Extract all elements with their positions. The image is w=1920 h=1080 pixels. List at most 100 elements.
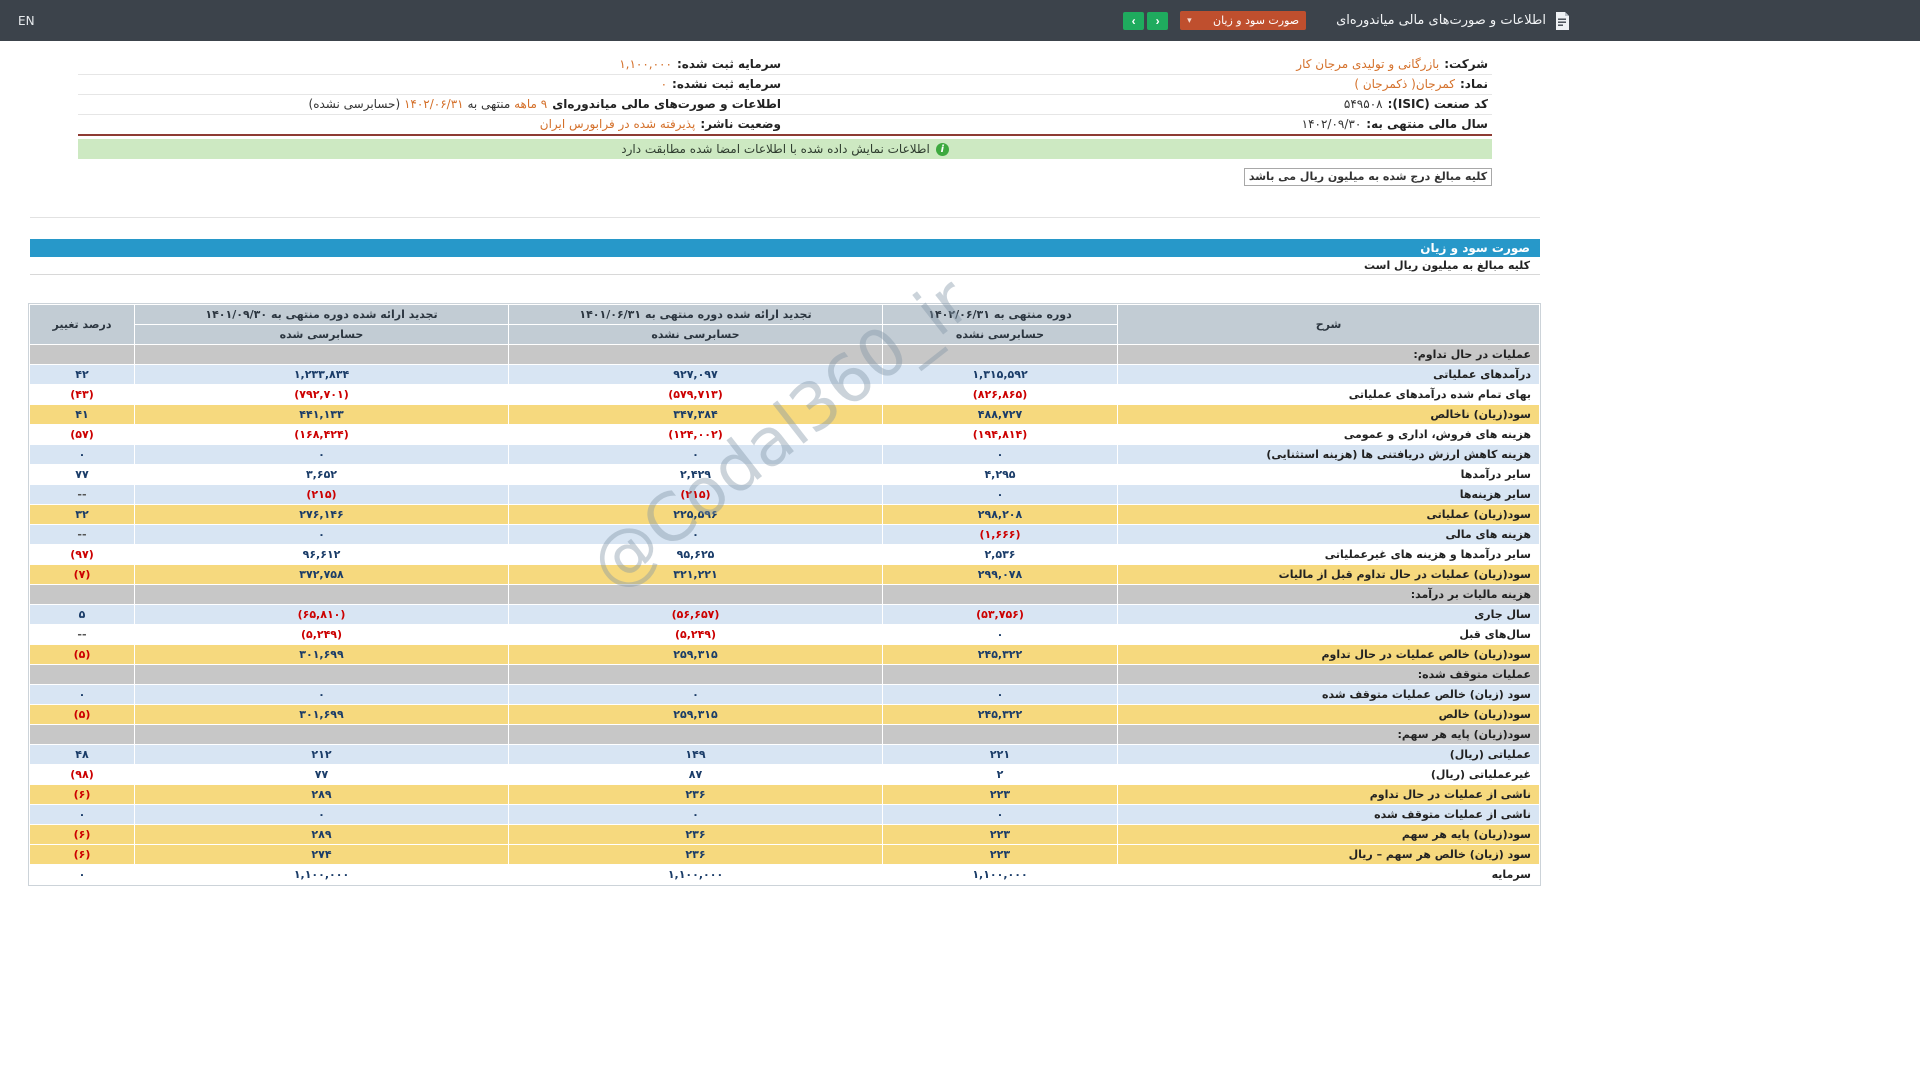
value-cell: ۰	[30, 445, 135, 465]
value-cell: ۲۷۶,۱۴۶	[135, 505, 509, 525]
value-cell: ۳۰۱,۶۹۹	[135, 645, 509, 665]
row-label: سرمایه	[1118, 865, 1540, 885]
value-cell: ۰	[509, 805, 883, 825]
company-info-table: شرکت: بازرگانی و تولیدی مرجان کار سرمایه …	[78, 55, 1492, 134]
info-value: بازرگانی و تولیدی مرجان کار	[1296, 57, 1439, 71]
statement-select[interactable]: صورت سود و زیان ▾	[1180, 11, 1306, 30]
statement-section: صورت سود و زیان کلیه مبالغ به میلیون ریا…	[30, 239, 1540, 885]
value-cell: ۲۳۶	[509, 785, 883, 805]
column-subheader: حسابرسی شده	[135, 325, 509, 345]
column-header: درصد تغییر	[30, 305, 135, 345]
value-cell: ۲۹۸,۲۰۸	[883, 505, 1118, 525]
value-cell: (۱۶۸,۴۲۴)	[135, 425, 509, 445]
value-cell: ۰	[883, 445, 1118, 465]
value-cell: (۷)	[30, 565, 135, 585]
page-title: اطلاعات و صورت‌های مالی میاندوره‌ای	[1336, 13, 1546, 28]
value-cell: ۴۸۸,۷۲۷	[883, 405, 1118, 425]
value-cell: ۰	[883, 805, 1118, 825]
row-label: سود(زیان) خالص عملیات در حال تداوم	[1118, 645, 1540, 665]
section-divider	[30, 217, 1540, 218]
prev-statement-button[interactable]: ‹	[1147, 12, 1168, 30]
page-content: شرکت: بازرگانی و تولیدی مرجان کار سرمایه …	[30, 55, 1540, 885]
info-cell: نماد:کمرجان( ذکمرجان )	[785, 75, 1492, 95]
value-cell: ۲,۴۲۹	[509, 465, 883, 485]
table-body: عملیات در حال تداوم:درآمدهای عملیاتی۱,۳۱…	[30, 345, 1540, 885]
value-cell: ۰	[135, 805, 509, 825]
language-toggle[interactable]: EN	[18, 14, 35, 28]
info-cell: سرمایه ثبت نشده: ۰	[78, 75, 785, 95]
row-label: سایر هزینه‌ها	[1118, 485, 1540, 505]
value-cell: ۴۱	[30, 405, 135, 425]
row-label: سال‌های قبل	[1118, 625, 1540, 645]
value-cell: (۵)	[30, 645, 135, 665]
column-header: دوره منتهی به ۱۴۰۲/۰۶/۳۱	[883, 305, 1118, 325]
value-cell: ۰	[135, 685, 509, 705]
value-cell: ۲۳۶	[509, 845, 883, 865]
value-cell	[509, 725, 883, 745]
info-value: ۱۴۰۲/۰۹/۳۰	[1302, 117, 1362, 131]
section-row: عملیات متوقف شده:	[30, 665, 1540, 685]
value-cell: ۵	[30, 605, 135, 625]
value-cell: (۵۷)	[30, 425, 135, 445]
value-cell: ۲	[883, 765, 1118, 785]
value-cell: ۴۸	[30, 745, 135, 765]
data-row: سود(زیان) ناخالص۴۸۸,۷۲۷۳۴۷,۳۸۴۴۴۱,۱۳۳۴۱	[30, 405, 1540, 425]
row-label: سال جاری	[1118, 605, 1540, 625]
value-cell	[135, 725, 509, 745]
info-row: سال مالی منتهی به:۱۴۰۲/۰۹/۳۰ وضعیت ناشر:…	[78, 115, 1492, 135]
value-cell: ۲۸۹	[135, 785, 509, 805]
section-row: عملیات در حال تداوم:	[30, 345, 1540, 365]
income-statement-table: شرحدوره منتهی به ۱۴۰۲/۰۶/۳۱تجدید ارائه ش…	[29, 304, 1540, 885]
info-cell: اطلاعات و صورت‌های مالی میاندوره‌ای۹ ماه…	[78, 95, 785, 115]
row-label: هزینه های فروش، اداری و عمومی	[1118, 425, 1540, 445]
value-cell: ۴,۲۹۵	[883, 465, 1118, 485]
value-cell: ۳۷۲,۷۵۸	[135, 565, 509, 585]
signature-banner: i اطلاعات نمایش داده شده با اطلاعات امضا…	[78, 139, 1492, 159]
value-cell: (۶)	[30, 845, 135, 865]
value-cell	[30, 345, 135, 365]
value-cell: ۰	[135, 525, 509, 545]
value-cell	[30, 665, 135, 685]
value-cell: ۱,۳۱۵,۵۹۲	[883, 365, 1118, 385]
value-cell: (۵,۲۴۹)	[509, 625, 883, 645]
value-cell: (۱۹۴,۸۱۴)	[883, 425, 1118, 445]
value-cell: ۰	[30, 865, 135, 885]
row-label: هزینه کاهش ارزش دریافتنی ها (هزینه استثن…	[1118, 445, 1540, 465]
data-row: ناشی از عملیات در حال تداوم۲۲۳۲۳۶۲۸۹(۶)	[30, 785, 1540, 805]
chevron-down-icon: ▾	[1187, 16, 1192, 26]
value-cell	[135, 585, 509, 605]
topbar: اطلاعات و صورت‌های مالی میاندوره‌ای صورت…	[0, 0, 1920, 41]
value-cell: ۲۷۴	[135, 845, 509, 865]
row-label: سایر درآمدها	[1118, 465, 1540, 485]
value-cell: ۹۲۷,۰۹۷	[509, 365, 883, 385]
info-label: شرکت:	[1444, 57, 1488, 71]
value-cell	[883, 665, 1118, 685]
value-cell: ۲۲۵,۵۹۶	[509, 505, 883, 525]
column-header: تجدید ارائه شده دوره منتهی به ۱۴۰۱/۰۹/۳۰	[135, 305, 509, 325]
data-row: هزینه های فروش، اداری و عمومی(۱۹۴,۸۱۴) (۱…	[30, 425, 1540, 445]
row-label: عملیات در حال تداوم:	[1118, 345, 1540, 365]
value-cell	[883, 725, 1118, 745]
value-cell: ۲۲۳	[883, 845, 1118, 865]
unit-note-tab[interactable]: کلیه مبالغ درج شده به میلیون ریال می باش…	[1244, 168, 1492, 186]
data-row: هزینه های مالی(۱,۶۶۶)۰۰--	[30, 525, 1540, 545]
row-label: ناشی از عملیات متوقف شده	[1118, 805, 1540, 825]
info-label: سرمایه ثبت نشده:	[672, 77, 781, 91]
row-label: سایر درآمدها و هزینه های غیرعملیاتی	[1118, 545, 1540, 565]
next-statement-button[interactable]: ›	[1123, 12, 1144, 30]
info-icon: i	[936, 143, 949, 156]
value-cell	[883, 585, 1118, 605]
info-value: ۰	[661, 77, 667, 91]
info-value: ۵۴۹۵۰۸	[1344, 97, 1383, 111]
value-cell: --	[30, 625, 135, 645]
data-row: درآمدهای عملیاتی۱,۳۱۵,۵۹۲۹۲۷,۰۹۷۱,۲۳۳,۸۳…	[30, 365, 1540, 385]
value-cell: ۱,۱۰۰,۰۰۰	[883, 865, 1118, 885]
value-cell	[135, 665, 509, 685]
value-cell: (۲۱۵)	[509, 485, 883, 505]
company-info-section: شرکت: بازرگانی و تولیدی مرجان کار سرمایه …	[78, 55, 1492, 136]
row-label: سود(زیان) عملیاتی	[1118, 505, 1540, 525]
value-cell	[883, 345, 1118, 365]
value-cell: ۰	[135, 445, 509, 465]
info-label: سال مالی منتهی به:	[1366, 117, 1488, 131]
info-value: ۹ ماهه	[514, 97, 547, 111]
